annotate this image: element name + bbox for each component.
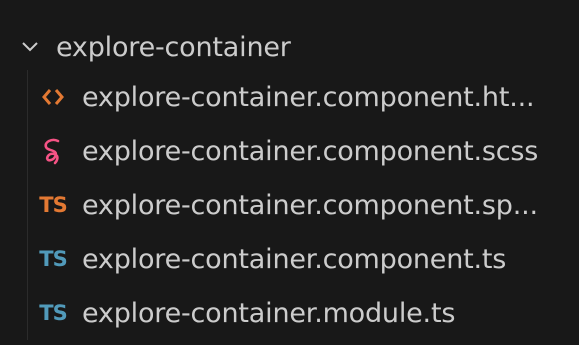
folder-label: explore-container xyxy=(56,31,291,63)
panel-top-edge xyxy=(0,0,579,12)
file-label: explore-container.component.scss xyxy=(82,135,539,167)
file-label: explore-container.component.ts xyxy=(82,243,507,275)
file-label: explore-container.component.ht... xyxy=(82,81,535,113)
file-item-scss[interactable]: explore-container.component.scss xyxy=(0,124,579,178)
file-label: explore-container.component.sp... xyxy=(82,189,538,221)
file-item-component-ts[interactable]: TS explore-container.component.ts xyxy=(0,232,579,286)
html-icon xyxy=(38,82,68,112)
file-item-spec[interactable]: TS explore-container.component.sp... xyxy=(0,178,579,232)
chevron-down-icon[interactable] xyxy=(18,35,42,59)
file-label: explore-container.module.ts xyxy=(82,297,456,329)
file-tree: explore-container explore-container.comp… xyxy=(0,24,579,340)
folder-explore-container[interactable]: explore-container xyxy=(0,24,579,70)
file-item-module-ts[interactable]: TS explore-container.module.ts xyxy=(0,286,579,340)
ts-spec-icon: TS xyxy=(39,192,67,217)
typescript-icon: TS xyxy=(39,246,67,271)
typescript-icon: TS xyxy=(39,300,67,325)
explorer-panel: explore-container explore-container.comp… xyxy=(0,0,579,345)
file-item-html[interactable]: explore-container.component.ht... xyxy=(0,70,579,124)
sass-icon xyxy=(38,136,68,166)
